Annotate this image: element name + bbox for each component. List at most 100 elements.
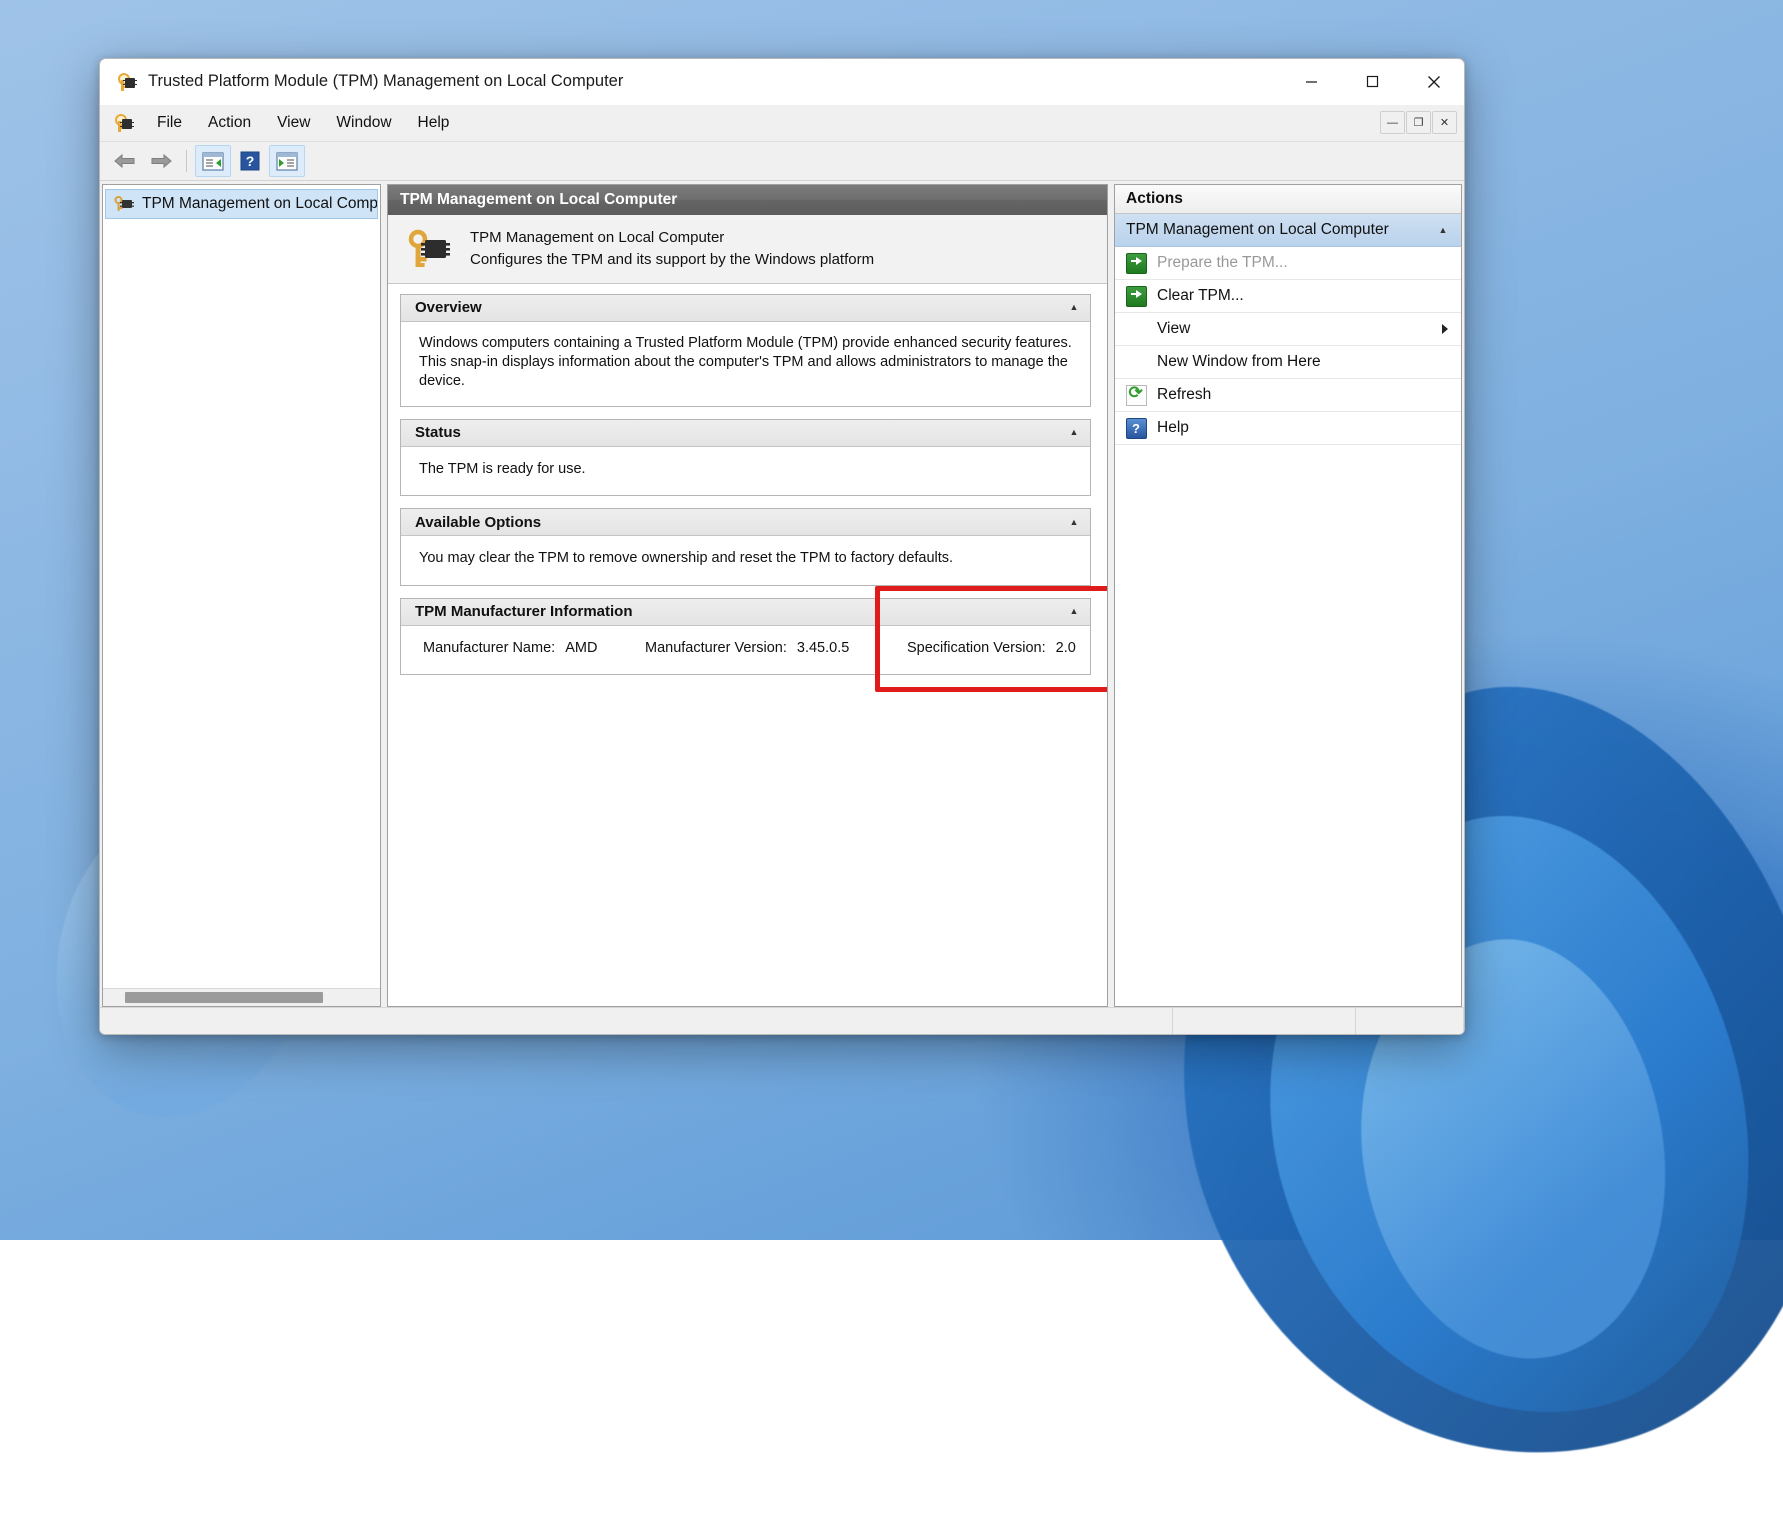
section-overview: Overview ▲ Windows computers containing … xyxy=(400,294,1091,407)
actions-pane: Actions TPM Management on Local Computer… xyxy=(1114,184,1462,1007)
section-available-options-title: Available Options xyxy=(415,514,1066,531)
action-item-label: View xyxy=(1157,320,1190,338)
tree-pane-icon xyxy=(202,152,224,171)
sections-container: Overview ▲ Windows computers containing … xyxy=(388,284,1107,1007)
section-overview-header[interactable]: Overview ▲ xyxy=(401,295,1090,322)
manufacturer-version-label: Manufacturer Version: xyxy=(645,640,787,656)
help-question-icon: ? xyxy=(1125,417,1147,439)
tree-scrollbar-thumb[interactable] xyxy=(125,992,323,1003)
actions-group-tpm-management[interactable]: TPM Management on Local Computer ▲ xyxy=(1115,214,1461,247)
section-status-title: Status xyxy=(415,424,1066,441)
chevron-up-icon[interactable]: ▲ xyxy=(1066,425,1082,441)
action-item-label: Help xyxy=(1157,419,1189,437)
chevron-up-icon[interactable]: ▲ xyxy=(1435,222,1451,238)
action-item-label: Prepare the TPM... xyxy=(1157,254,1288,272)
section-available-options-header[interactable]: Available Options ▲ xyxy=(401,509,1090,536)
action-item-refresh[interactable]: Refresh xyxy=(1115,379,1461,412)
window-title: Trusted Platform Module (TPM) Management… xyxy=(148,72,1281,91)
question-mark-icon: ? xyxy=(240,151,260,171)
chevron-up-icon[interactable]: ▲ xyxy=(1066,300,1082,316)
manufacturer-version-field: Manufacturer Version: 3.45.0.5 xyxy=(645,640,907,656)
intro-subtitle: Configures the TPM and its support by th… xyxy=(470,249,874,271)
action-item-label: Clear TPM... xyxy=(1157,287,1244,305)
action-item-label: Refresh xyxy=(1157,386,1211,404)
section-manufacturer-header[interactable]: TPM Manufacturer Information ▲ xyxy=(401,599,1090,626)
intro-text: TPM Management on Local Computer Configu… xyxy=(470,227,874,271)
green-arrow-icon xyxy=(1125,252,1147,274)
window-panes: TPM Management on Local Compu TPM Manage… xyxy=(100,181,1464,1007)
maximize-button[interactable] xyxy=(1342,59,1403,104)
toolbar-separator xyxy=(186,150,187,172)
actions-group-label: TPM Management on Local Computer xyxy=(1126,221,1435,239)
mdi-restore-button[interactable]: ❐ xyxy=(1406,111,1431,134)
action-item-label: New Window from Here xyxy=(1157,353,1321,371)
tree-item-label: TPM Management on Local Compu xyxy=(142,195,378,213)
tpm-key-chip-icon xyxy=(114,113,134,133)
manufacturer-name-label: Manufacturer Name: xyxy=(423,640,555,656)
console-tree-pane: TPM Management on Local Compu xyxy=(102,184,381,1007)
tree-horizontal-scrollbar[interactable] xyxy=(103,988,380,1006)
status-bar-cell-3 xyxy=(1356,1008,1464,1034)
green-arrow-icon xyxy=(1125,285,1147,307)
minimize-button[interactable] xyxy=(1281,59,1342,104)
manufacturer-name-value: AMD xyxy=(565,640,597,656)
back-button[interactable] xyxy=(108,146,142,176)
action-pane-icon xyxy=(276,152,298,171)
section-available-options-body: You may clear the TPM to remove ownershi… xyxy=(401,536,1090,584)
tpm-key-chip-icon xyxy=(117,72,137,92)
mdi-close-button[interactable]: ✕ xyxy=(1432,111,1457,134)
action-item-new-window-from-here[interactable]: New Window from Here xyxy=(1115,346,1461,379)
show-hide-action-pane-button[interactable] xyxy=(269,145,305,177)
menu-item-view[interactable]: View xyxy=(264,110,323,136)
back-arrow-icon xyxy=(113,151,137,171)
chevron-up-icon[interactable]: ▲ xyxy=(1066,604,1082,620)
section-overview-title: Overview xyxy=(415,299,1066,316)
mdi-minimize-button[interactable]: — xyxy=(1380,111,1405,134)
window-titlebar: Trusted Platform Module (TPM) Management… xyxy=(100,59,1464,105)
window-controls xyxy=(1281,59,1464,104)
refresh-icon xyxy=(1125,384,1147,406)
manufacturer-version-value: 3.45.0.5 xyxy=(797,640,849,656)
section-status: Status ▲ The TPM is ready for use. xyxy=(400,419,1091,496)
status-bar-cell-2 xyxy=(1173,1008,1356,1034)
section-tpm-manufacturer-information: TPM Manufacturer Information ▲ Manufactu… xyxy=(400,598,1091,675)
action-item-clear-tpm[interactable]: Clear TPM... xyxy=(1115,280,1461,313)
content-body: TPM Management on Local Computer Configu… xyxy=(388,215,1107,1006)
specification-version-value: 2.0 xyxy=(1056,640,1076,656)
manufacturer-info-row: Manufacturer Name: AMD Manufacturer Vers… xyxy=(401,626,1090,674)
mdi-window-controls: — ❐ ✕ xyxy=(1380,111,1457,134)
help-button[interactable]: ? xyxy=(233,146,267,176)
specification-version-label: Specification Version: xyxy=(907,640,1046,656)
menu-bar: File Action View Window Help — ❐ ✕ xyxy=(100,105,1464,142)
toolbar: ? xyxy=(100,142,1464,181)
section-manufacturer-title: TPM Manufacturer Information xyxy=(415,603,1066,620)
content-pane: TPM Management on Local Computer xyxy=(387,184,1108,1007)
intro-title: TPM Management on Local Computer xyxy=(470,227,874,249)
tree-item-tpm-management[interactable]: TPM Management on Local Compu xyxy=(105,189,378,219)
action-item-prepare-the-tpm[interactable]: Prepare the TPM... xyxy=(1115,247,1461,280)
show-hide-tree-button[interactable] xyxy=(195,145,231,177)
action-item-view[interactable]: View xyxy=(1115,313,1461,346)
svg-text:?: ? xyxy=(246,153,255,169)
tpm-node-icon xyxy=(114,194,134,214)
status-bar-cell-1 xyxy=(100,1008,1173,1034)
menu-item-help[interactable]: Help xyxy=(405,110,463,136)
intro-block: TPM Management on Local Computer Configu… xyxy=(388,215,1107,284)
section-status-header[interactable]: Status ▲ xyxy=(401,420,1090,447)
menu-item-action[interactable]: Action xyxy=(195,110,264,136)
specification-version-field: Specification Version: 2.0 xyxy=(907,640,1076,656)
actions-pane-title: Actions xyxy=(1115,185,1461,214)
content-header-title: TPM Management on Local Computer xyxy=(388,185,1107,215)
chevron-up-icon[interactable]: ▲ xyxy=(1066,514,1082,530)
submenu-arrow-icon xyxy=(1442,324,1448,334)
status-bar xyxy=(100,1007,1464,1034)
tpm-management-window: Trusted Platform Module (TPM) Management… xyxy=(99,58,1465,1035)
forward-button[interactable] xyxy=(144,146,178,176)
section-status-body: The TPM is ready for use. xyxy=(401,447,1090,495)
section-overview-body: Windows computers containing a Trusted P… xyxy=(401,322,1090,406)
close-button[interactable] xyxy=(1403,59,1464,104)
menu-item-window[interactable]: Window xyxy=(323,110,404,136)
menu-item-file[interactable]: File xyxy=(144,110,195,136)
action-item-help[interactable]: ? Help xyxy=(1115,412,1461,445)
section-available-options: Available Options ▲ You may clear the TP… xyxy=(400,508,1091,585)
